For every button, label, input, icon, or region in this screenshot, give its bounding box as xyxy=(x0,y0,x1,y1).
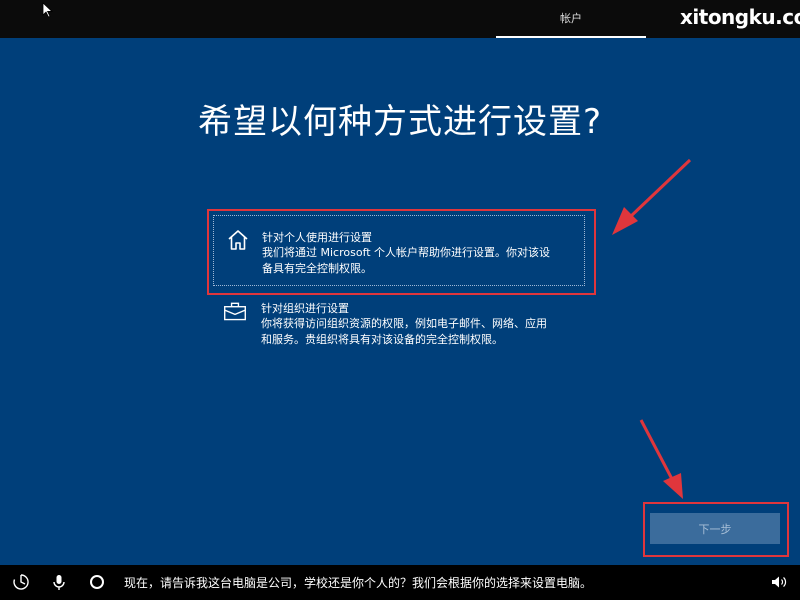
annotation-arrow-icon xyxy=(612,158,692,235)
microphone-icon[interactable] xyxy=(50,573,68,591)
brand-watermark: xitongku.com xyxy=(680,5,800,29)
option-description-line: 备具有完全控制权限。 xyxy=(262,262,372,275)
tab-account[interactable]: 帐户 xyxy=(496,0,646,38)
bottom-status-bar: 现在，请告诉我这台电脑是公司，学校还是你个人的？我们会根据你的选择来设置电脑。 xyxy=(0,565,800,600)
home-icon xyxy=(228,230,248,250)
status-prompt-text: 现在，请告诉我这台电脑是公司，学校还是你个人的？我们会根据你的选择来设置电脑。 xyxy=(124,576,593,590)
volume-icon[interactable] xyxy=(770,573,788,591)
briefcase-icon xyxy=(224,302,246,321)
mouse-cursor-icon xyxy=(42,2,54,18)
annotation-arrow-icon xyxy=(639,419,683,499)
accessibility-icon[interactable] xyxy=(12,573,30,591)
option-description-line: 你将获得访问组织资源的权限，例如电子邮件、网络、应用 xyxy=(261,317,547,330)
cortana-circle-icon[interactable] xyxy=(88,573,106,591)
option-organization[interactable]: 针对组织进行设置 你将获得访问组织资源的权限，例如电子邮件、网络、应用 和服务。… xyxy=(213,299,585,357)
next-button[interactable]: 下一步 xyxy=(650,513,780,544)
option-description-line: 和服务。贵组织将具有对该设备的完全控制权限。 xyxy=(261,333,503,346)
page-title: 希望以何种方式进行设置? xyxy=(197,102,603,142)
option-description-line: 我们将通过 Microsoft 个人帐户帮助你进行设置。你对该设 xyxy=(262,246,551,259)
top-bar: 帐户 xitongku.com xyxy=(0,0,800,38)
option-title: 针对个人使用进行设置 xyxy=(262,231,372,244)
option-personal-use[interactable]: 针对个人使用进行设置 我们将通过 Microsoft 个人帐户帮助你进行设置。你… xyxy=(213,215,585,286)
option-title: 针对组织进行设置 xyxy=(261,302,349,315)
